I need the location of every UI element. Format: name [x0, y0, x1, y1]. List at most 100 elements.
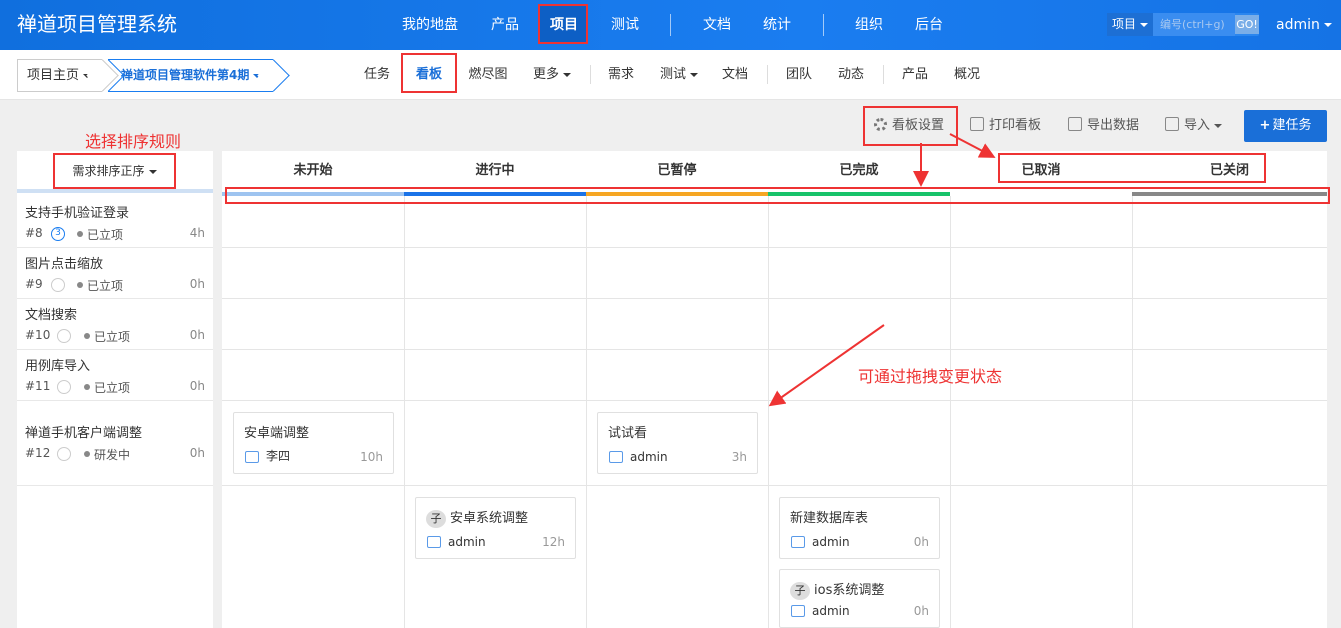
search-go-button[interactable]: GO! [1235, 15, 1259, 34]
nav-item-doc[interactable]: 文档 [696, 0, 738, 50]
nav-divider [823, 14, 824, 36]
app-title[interactable]: 禅道项目管理系统 [17, 10, 177, 38]
search-input[interactable]: 编号(ctrl+g) [1153, 13, 1235, 36]
chevron-down-icon [1323, 23, 1332, 27]
story-status: 已立项 [87, 279, 124, 293]
story-status: 研发中 [94, 448, 131, 462]
nav-item-stats[interactable]: 统计 [756, 0, 798, 50]
story-estimate: 0h [189, 277, 205, 291]
top-navbar: 禅道项目管理系统 我的地盘 产品 项目 测试 文档 统计 组织 后台 项目 编号… [0, 0, 1341, 50]
columns-highlight [998, 153, 1266, 183]
task-title[interactable]: 安卓端调整 [244, 422, 309, 441]
task-card[interactable]: 安卓端调整 李四 10h [233, 412, 394, 474]
subnav-more[interactable]: 更多 [527, 50, 577, 100]
priority-badge [57, 380, 71, 394]
subnav-divider [590, 65, 591, 84]
nav-item-test[interactable]: 测试 [604, 0, 646, 50]
row-divider [222, 400, 1327, 401]
story-title[interactable]: 禅道手机客户端调整 [25, 422, 142, 441]
print-kanban-button[interactable]: 打印看板 [970, 110, 1041, 142]
status-dot [84, 451, 90, 457]
task-title[interactable]: 子 ios系统调整 [790, 579, 884, 600]
story-row[interactable]: 文档搜索 #10 已立项 0h [17, 299, 213, 350]
task-owner: admin [630, 450, 668, 464]
search-scope-select[interactable]: 项目 [1107, 13, 1153, 36]
task-hours: 0h [913, 604, 929, 618]
subnav-task[interactable]: 任务 [358, 50, 396, 100]
task-card[interactable]: 子 ios系统调整 admin 0h [779, 569, 940, 628]
subnav-product[interactable]: 产品 [895, 50, 935, 100]
import-button[interactable]: 导入 [1165, 110, 1223, 142]
gear-icon [874, 118, 887, 131]
chevron-down-icon [253, 73, 262, 78]
story-id: #9 [25, 277, 43, 291]
story-status: 已立项 [94, 381, 131, 395]
story-estimate: 0h [189, 446, 205, 460]
upload-icon [1165, 117, 1179, 131]
task-title[interactable]: 子安卓系统调整 [426, 507, 528, 528]
subnav-burndown[interactable]: 燃尽图 [463, 50, 513, 100]
status-dot [84, 333, 90, 339]
story-status: 已立项 [94, 330, 131, 344]
subnav-team[interactable]: 团队 [779, 50, 819, 100]
task-card[interactable]: 试试看 admin 3h [597, 412, 758, 474]
thumbs-up-icon [609, 451, 623, 463]
subnav-divider [883, 65, 884, 84]
column-divider [586, 196, 587, 628]
story-row[interactable]: 用例库导入 #11 已立项 0h [17, 350, 213, 401]
row-divider [222, 485, 1327, 486]
story-estimate: 0h [189, 379, 205, 393]
task-owner: admin [812, 535, 850, 549]
story-title[interactable]: 文档搜索 [25, 304, 77, 323]
story-title[interactable]: 支持手机验证登录 [25, 202, 129, 221]
task-hours: 10h [360, 450, 383, 464]
sort-order-dropdown[interactable]: 需求排序正序 [53, 153, 176, 189]
priority-badge [51, 278, 65, 292]
subnav-overview[interactable]: 概况 [947, 50, 987, 100]
subnav-story[interactable]: 需求 [601, 50, 641, 100]
story-row[interactable]: 支持手机验证登录 #8 3 已立项 4h [17, 197, 213, 248]
thumbs-up-icon [245, 451, 259, 463]
row-divider [222, 349, 1327, 350]
chevron-down-icon [83, 73, 92, 78]
task-card[interactable]: 子安卓系统调整 admin 12h [415, 497, 576, 559]
breadcrumb-project[interactable]: 禅道项目管理软件第4期 [108, 59, 273, 92]
task-hours: 12h [542, 535, 565, 549]
column-divider [404, 196, 405, 628]
story-id: #12 [25, 446, 51, 460]
story-id: #8 [25, 226, 43, 240]
nav-item-my[interactable]: 我的地盘 [396, 0, 464, 50]
create-task-button[interactable]: + 建任务 [1244, 110, 1327, 142]
annotation-sort-rule: 选择排序规则 [85, 132, 182, 151]
sub-navbar: 项目主页 禅道项目管理软件第4期 任务 看板 燃尽图 更多 需求 测试 文档 团… [0, 50, 1341, 100]
task-hours: 3h [731, 450, 747, 464]
story-column: 支持手机验证登录 #8 3 已立项 4h 图片点击缩放 #9 已立项 0h 文档… [17, 151, 213, 628]
subnav-dynamic[interactable]: 动态 [831, 50, 871, 100]
user-menu[interactable]: admin [1276, 0, 1332, 50]
subnav-kanban[interactable]: 看板 [409, 50, 449, 100]
story-status: 已立项 [87, 228, 124, 242]
kanban-settings-button[interactable]: 看板设置 [874, 110, 944, 142]
chevron-down-icon [148, 169, 157, 174]
subnav-test[interactable]: 测试 [655, 50, 703, 100]
task-title[interactable]: 新建数据库表 [790, 507, 868, 526]
nav-item-admin[interactable]: 后台 [908, 0, 950, 50]
plus-icon: + [1259, 118, 1271, 133]
story-title[interactable]: 用例库导入 [25, 355, 90, 374]
story-row[interactable]: 图片点击缩放 #9 已立项 0h [17, 248, 213, 299]
nav-item-product[interactable]: 产品 [484, 0, 526, 50]
thumbs-up-icon [791, 536, 805, 548]
export-data-button[interactable]: 导出数据 [1068, 110, 1139, 142]
story-row[interactable]: 禅道手机客户端调整 #12 研发中 0h [17, 401, 213, 486]
priority-badge: 3 [51, 227, 65, 241]
breadcrumb-home[interactable]: 项目主页 [17, 59, 102, 92]
printer-icon [970, 117, 984, 131]
task-card[interactable]: 新建数据库表 admin 0h [779, 497, 940, 559]
nav-item-org[interactable]: 组织 [848, 0, 890, 50]
nav-item-project[interactable]: 项目 [542, 0, 586, 50]
subnav-doc[interactable]: 文档 [715, 50, 755, 100]
story-title[interactable]: 图片点击缩放 [25, 253, 103, 272]
priority-badge [57, 329, 71, 343]
task-title[interactable]: 试试看 [608, 422, 647, 441]
chevron-down-icon [563, 72, 571, 77]
